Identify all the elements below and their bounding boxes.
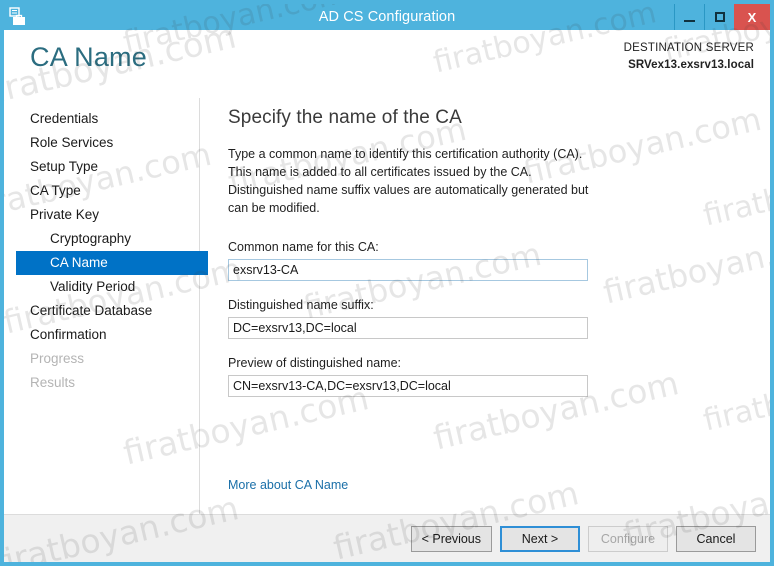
window-title: AD CS Configuration [318, 9, 456, 25]
certificate-server-icon [7, 6, 29, 28]
sidebar-item-validity-period[interactable]: Validity Period [4, 275, 200, 299]
sidebar-item-progress: Progress [30, 351, 85, 366]
ad-cs-configuration-window: AD CS Configuration X CA Name DESTINATIO… [0, 0, 774, 566]
distinguished-name-suffix-input-group: Distinguished name suffix: [228, 298, 770, 339]
sidebar-item-private-key[interactable]: Private Key [4, 203, 200, 227]
common-name-input[interactable] [228, 258, 588, 281]
distinguished-name-preview-input[interactable] [228, 374, 588, 397]
common-name-input-label: Common name for this CA: [228, 239, 379, 254]
field-list: Common name for this CA: Distinguished na… [228, 240, 770, 397]
distinguished-name-preview-input-group: Preview of distinguished name: [228, 356, 770, 397]
wizard-footer: < Previous Next > Configure Cancel [4, 514, 770, 562]
sidebar-item-ca-type[interactable]: CA Type [4, 179, 200, 203]
destination-server-block: DESTINATION SERVER SRVex13.exsrv13.local [624, 40, 754, 73]
distinguished-name-suffix-input-label: Distinguished name suffix: [228, 297, 374, 312]
cancel-button[interactable]: Cancel [676, 525, 756, 552]
more-about-ca-name-link[interactable]: More about CA Name [228, 478, 348, 492]
window-controls: X [674, 4, 770, 30]
sidebar-item-role-services[interactable]: Role Services [4, 131, 200, 155]
minimize-icon [684, 19, 695, 22]
sidebar-item-setup-type[interactable]: Setup Type [4, 155, 200, 179]
main-content: Specify the name of the CA Type a common… [200, 98, 770, 514]
wizard-navigation: Credentials Role Services Setup Type CA Typ… [4, 98, 208, 514]
distinguished-name-suffix-input[interactable] [228, 316, 588, 339]
sidebar-item-results: Results [30, 375, 76, 390]
content-description: Type a common name to identify this cert… [228, 147, 589, 216]
configure-button: Configure [588, 525, 668, 552]
maximize-icon [714, 12, 725, 22]
sidebar-item-ca-name[interactable]: CA Name [16, 251, 208, 275]
destination-server-label: DESTINATION SERVER [623, 42, 754, 54]
page-title: CA Name [30, 42, 147, 72]
content-heading: Specify the name of the CA [228, 107, 462, 128]
next-button[interactable]: Next > [500, 525, 580, 552]
title-bar: AD CS Configuration X [4, 4, 770, 30]
destination-server-name: SRVex13.exsrv13.local [628, 58, 754, 71]
distinguished-name-preview-input-label: Preview of distinguished name: [228, 355, 402, 370]
page-header: CA Name DESTINATION SERVER SRVex13.exsrv… [4, 30, 770, 98]
sidebar-item-credentials[interactable]: Credentials [4, 107, 200, 131]
sidebar-item-cryptography[interactable]: Cryptography [4, 227, 200, 251]
minimize-button[interactable] [674, 4, 704, 30]
sidebar-item-confirmation[interactable]: Confirmation [4, 323, 200, 347]
sidebar-item-certificate-database[interactable]: Certificate Database [4, 299, 200, 323]
previous-button[interactable]: < Previous [410, 525, 492, 552]
close-button[interactable]: X [734, 4, 770, 30]
common-name-input-group: Common name for this CA: [228, 240, 770, 281]
maximize-button[interactable] [704, 4, 734, 30]
body-area: Credentials Role Services Setup Type CA Typ… [4, 98, 770, 514]
